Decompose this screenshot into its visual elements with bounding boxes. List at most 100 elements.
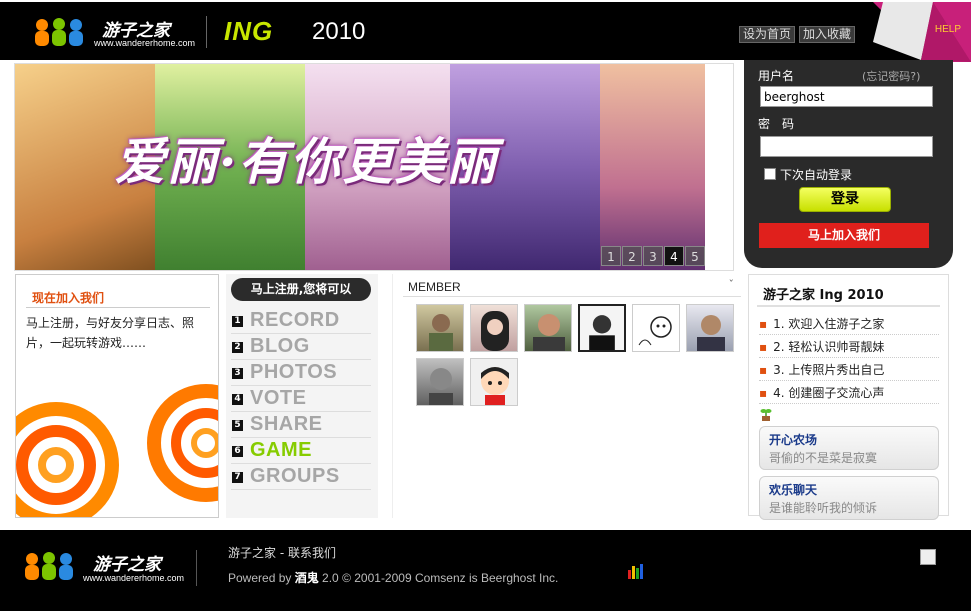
- header-divider: [206, 16, 207, 48]
- member-more-icon[interactable]: ˇ: [729, 278, 735, 291]
- banner-page-3[interactable]: 3: [643, 246, 663, 266]
- feature-label: GROUPS: [250, 465, 340, 487]
- member-photo-icon: [697, 315, 725, 351]
- logo-url: www.wandererhome.com: [94, 38, 196, 48]
- stats-chart-icon[interactable]: [627, 562, 645, 580]
- powered-by-text: Powered by 酒鬼 2.0 © 2001-2009 Comsenz is…: [228, 569, 558, 586]
- join-now-button[interactable]: 马上加入我们: [759, 223, 929, 248]
- cartoon-avatar-icon: [638, 316, 672, 346]
- help-link[interactable]: HELP: [935, 24, 961, 35]
- news-text: 2. 轻松认识帅哥靓妹: [773, 340, 885, 354]
- people-logo-icon[interactable]: [32, 16, 86, 48]
- app-card[interactable]: 欢乐聊天是谁能聆听我的倾诉: [759, 476, 939, 520]
- member-avatar[interactable]: [632, 304, 680, 352]
- news-item[interactable]: ▪ 2. 轻松认识帅哥靓妹: [759, 336, 939, 358]
- member-section: MEMBER ˇ: [392, 274, 742, 518]
- member-photo-icon: [533, 314, 565, 351]
- footer-contact-link[interactable]: 联系我们: [288, 546, 336, 560]
- feature-item-photos[interactable]: 3 PHOTOS: [231, 360, 371, 386]
- news-text: 4. 创建圈子交流心声: [773, 386, 885, 400]
- powered-brand-link[interactable]: 酒鬼: [295, 571, 319, 585]
- divider: [757, 305, 940, 307]
- password-input[interactable]: [760, 136, 933, 157]
- banner-slideshow[interactable]: 爱丽·有你更美丽 12345: [15, 64, 705, 270]
- feature-number: 5: [232, 420, 243, 431]
- feature-item-record[interactable]: 1 RECORD: [231, 308, 371, 334]
- news-item[interactable]: ▪ 1. 欢迎入住游子之家: [759, 313, 939, 335]
- feature-number: 4: [232, 394, 243, 405]
- page: 游子之家 www.wandererhome.com ING 2010 设为首页 …: [0, 0, 971, 611]
- login-panel: 用户名 (忘记密码?) 密 码 下次自动登录 登录 马上加入我们: [744, 60, 953, 268]
- banner-pager: 12345: [601, 246, 705, 266]
- footer: 游子之家 www.wandererhome.com 游子之家 - 联系我们 Po…: [0, 530, 971, 611]
- swirl-decoration-icon: [16, 384, 218, 517]
- app-name[interactable]: 欢乐聊天: [769, 481, 817, 498]
- member-title: MEMBER: [408, 280, 461, 294]
- divider: [403, 296, 741, 297]
- app-name[interactable]: 开心农场: [769, 431, 817, 448]
- member-avatar[interactable]: [470, 304, 518, 352]
- remember-label[interactable]: 下次自动登录: [780, 166, 852, 183]
- member-avatar[interactable]: [686, 304, 734, 352]
- forgot-password-link[interactable]: (忘记密码?): [862, 68, 920, 84]
- member-avatar[interactable]: [416, 304, 464, 352]
- back-to-top-icon[interactable]: [920, 549, 936, 565]
- feature-item-blog[interactable]: 2 BLOG: [231, 334, 371, 360]
- feature-label: GAME: [250, 439, 312, 461]
- news-text: 3. 上传照片秀出自己: [773, 363, 885, 377]
- sprout-icon: [760, 409, 772, 421]
- header: 游子之家 www.wandererhome.com ING 2010 设为首页 …: [0, 2, 971, 62]
- feature-item-vote[interactable]: 4 VOTE: [231, 386, 371, 412]
- member-avatar[interactable]: [578, 304, 626, 352]
- app-card[interactable]: 开心农场哥偷的不是菜是寂寞: [759, 426, 939, 470]
- feature-item-game[interactable]: 6 GAME: [231, 438, 371, 464]
- news-item[interactable]: ▪ 4. 创建圈子交流心声: [759, 382, 939, 404]
- news-item[interactable]: ▪ 3. 上传照片秀出自己: [759, 359, 939, 381]
- join-box-description: 马上注册，与好友分享日志、照片，一起玩转游戏……: [26, 316, 195, 350]
- feature-item-groups[interactable]: 7 GROUPS: [231, 464, 371, 490]
- features-list: 马上注册,您将可以 1 RECORD 2 BLOG 3 PHOTOS 4 VOTE 5 SHARE…: [226, 274, 378, 518]
- join-box-title[interactable]: 现在加入我们: [32, 289, 104, 306]
- powered-prefix: Powered by: [228, 571, 295, 585]
- banner-page-4[interactable]: 4: [664, 246, 684, 266]
- footer-divider: [196, 550, 197, 586]
- ing-year: 2010: [312, 18, 366, 45]
- login-button[interactable]: 登录: [799, 187, 891, 212]
- member-photo-icon: [481, 311, 509, 351]
- features-heading: 马上注册,您将可以: [231, 278, 371, 301]
- feature-number: 7: [232, 472, 243, 483]
- remember-checkbox[interactable]: [764, 168, 776, 180]
- set-home-button[interactable]: 设为首页: [739, 26, 796, 43]
- powered-suffix: 2.0 © 2001-2009 Comsenz is Beerghost Inc…: [318, 571, 559, 585]
- member-avatar[interactable]: [416, 358, 464, 406]
- feature-item-share[interactable]: 5 SHARE: [231, 412, 371, 438]
- app-description: 是谁能聆听我的倾诉: [769, 501, 878, 515]
- news-text: 1. 欢迎入住游子之家: [773, 317, 885, 331]
- divider: [26, 307, 210, 308]
- feature-label: BLOG: [250, 335, 310, 357]
- add-favorite-button[interactable]: 加入收藏: [799, 26, 856, 43]
- feature-label: RECORD: [250, 309, 340, 331]
- member-avatar[interactable]: [470, 358, 518, 406]
- feature-number: 1: [232, 316, 243, 327]
- member-avatar[interactable]: [524, 304, 572, 352]
- banner-page-2[interactable]: 2: [622, 246, 642, 266]
- ing-logo: ING: [224, 16, 274, 46]
- footer-logo-url: www.wandererhome.com: [83, 573, 185, 583]
- feature-number: 3: [232, 368, 243, 379]
- banner-page-1[interactable]: 1: [601, 246, 621, 266]
- people-logo-icon[interactable]: [22, 550, 76, 582]
- banner-title: 爱丽·有你更美丽: [115, 132, 499, 191]
- footer-logo-text[interactable]: 游子之家: [93, 550, 161, 575]
- app-description: 哥偷的不是菜是寂寞: [769, 451, 878, 465]
- site-info-panel: 游子之家 Ing 2010 ▪ 1. 欢迎入住游子之家 ▪ 2. 轻松认识帅哥靓妹 ▪ 3…: [748, 274, 949, 520]
- join-box: 现在加入我们 马上注册，与好友分享日志、照片，一起玩转游戏……: [15, 274, 219, 518]
- username-input[interactable]: [760, 86, 933, 107]
- member-photo-icon: [589, 315, 615, 350]
- banner-page-5[interactable]: 5: [685, 246, 705, 266]
- footer-site-link[interactable]: 游子之家: [228, 546, 276, 560]
- member-photo-icon: [429, 368, 453, 405]
- feature-label: PHOTOS: [250, 361, 338, 383]
- username-label: 用户名: [758, 69, 795, 83]
- site-info-title: 游子之家 Ing 2010: [763, 288, 884, 303]
